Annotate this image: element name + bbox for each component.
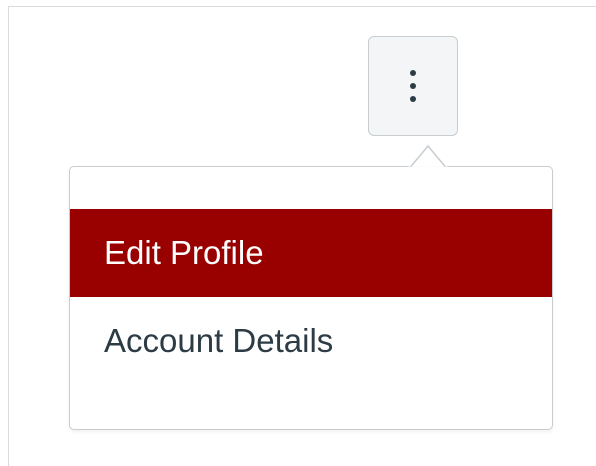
- menu-item-label: Edit Profile: [104, 234, 264, 271]
- dot: [410, 70, 416, 76]
- vertical-ellipsis-icon: [410, 70, 416, 102]
- menu-list: Edit Profile Account Details: [70, 209, 552, 385]
- menu-item-account-details[interactable]: Account Details: [70, 297, 552, 385]
- dot: [410, 96, 416, 102]
- menu-item-edit-profile[interactable]: Edit Profile: [70, 209, 552, 297]
- dot: [410, 83, 416, 89]
- options-menu: Edit Profile Account Details: [69, 166, 553, 430]
- more-options-button[interactable]: [368, 36, 458, 136]
- menu-item-label: Account Details: [104, 322, 334, 359]
